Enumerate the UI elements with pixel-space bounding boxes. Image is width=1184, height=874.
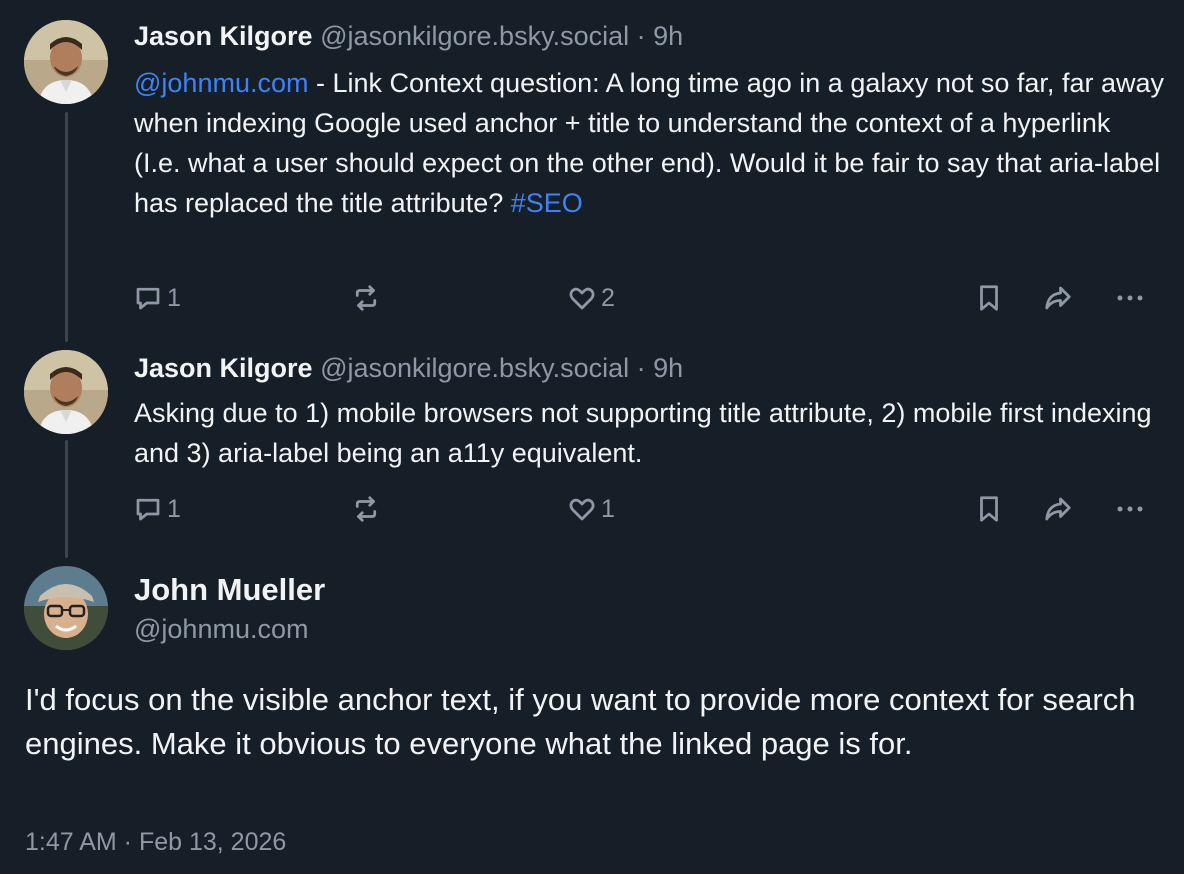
post-text: Asking due to 1) mobile browsers not sup… (134, 393, 1164, 473)
bookmark-icon (980, 496, 998, 522)
post-actions: 1 2 (0, 278, 1184, 318)
bookmark-icon (980, 285, 998, 311)
post-header: Jason Kilgore @jasonkilgore.bsky.social … (134, 350, 683, 386)
avatar-image (24, 20, 108, 104)
repost-button[interactable] (351, 278, 381, 318)
like-button[interactable]: 2 (567, 278, 615, 318)
avatar[interactable] (24, 566, 108, 650)
avatar[interactable] (24, 350, 108, 434)
separator: · (636, 353, 646, 383)
post-actions: 1 1 (0, 489, 1184, 529)
reply-count: 1 (167, 283, 181, 312)
repost-button[interactable] (351, 489, 381, 529)
bookmark-button[interactable] (974, 278, 1004, 318)
hashtag-link[interactable]: #SEO (511, 188, 583, 218)
like-count: 1 (601, 494, 615, 523)
reply-icon (136, 498, 160, 521)
bookmark-button[interactable] (974, 489, 1004, 529)
post-thread: Jason Kilgore @jasonkilgore.bsky.social … (0, 0, 1184, 874)
repost-icon (355, 496, 377, 522)
author-handle[interactable]: @jasonkilgore.bsky.social (320, 353, 629, 383)
main-post-text: I'd focus on the visible anchor text, if… (25, 682, 1136, 761)
reply-count: 1 (167, 494, 181, 523)
like-count: 2 (601, 283, 615, 312)
post-text: @johnmu.com - Link Context question: A l… (134, 63, 1164, 223)
heart-icon (569, 498, 595, 521)
avatar-image (24, 566, 108, 650)
reply-button[interactable]: 1 (133, 278, 181, 318)
share-icon (1045, 497, 1071, 521)
mention-link[interactable]: @johnmu.com (134, 68, 308, 98)
repost-icon (355, 285, 377, 311)
share-icon (1045, 286, 1071, 310)
author-handle[interactable]: @jasonkilgore.bsky.social (320, 21, 629, 51)
author-name[interactable]: Jason Kilgore (134, 21, 313, 51)
separator: · (636, 21, 646, 51)
share-button[interactable] (1043, 278, 1073, 318)
post-time[interactable]: 9h (653, 353, 683, 383)
author-name[interactable]: John Mueller (134, 572, 325, 608)
author-name[interactable]: Jason Kilgore (134, 353, 313, 383)
more-icon (1117, 506, 1143, 512)
post-time[interactable]: 9h (653, 21, 683, 51)
post-header: Jason Kilgore @jasonkilgore.bsky.social … (134, 18, 683, 54)
more-button[interactable] (1115, 489, 1145, 529)
like-button[interactable]: 1 (567, 489, 615, 529)
author-handle[interactable]: @johnmu.com (134, 614, 308, 645)
post-text-body: Asking due to 1) mobile browsers not sup… (134, 398, 1152, 468)
heart-icon (569, 287, 595, 310)
reply-button[interactable]: 1 (133, 489, 181, 529)
post-timestamp[interactable]: 1:47 AM · Feb 13, 2026 (25, 828, 286, 857)
avatar[interactable] (24, 20, 108, 104)
reply-icon (136, 287, 160, 310)
share-button[interactable] (1043, 489, 1073, 529)
more-button[interactable] (1115, 278, 1145, 318)
more-icon (1117, 295, 1143, 301)
avatar-image (24, 350, 108, 434)
